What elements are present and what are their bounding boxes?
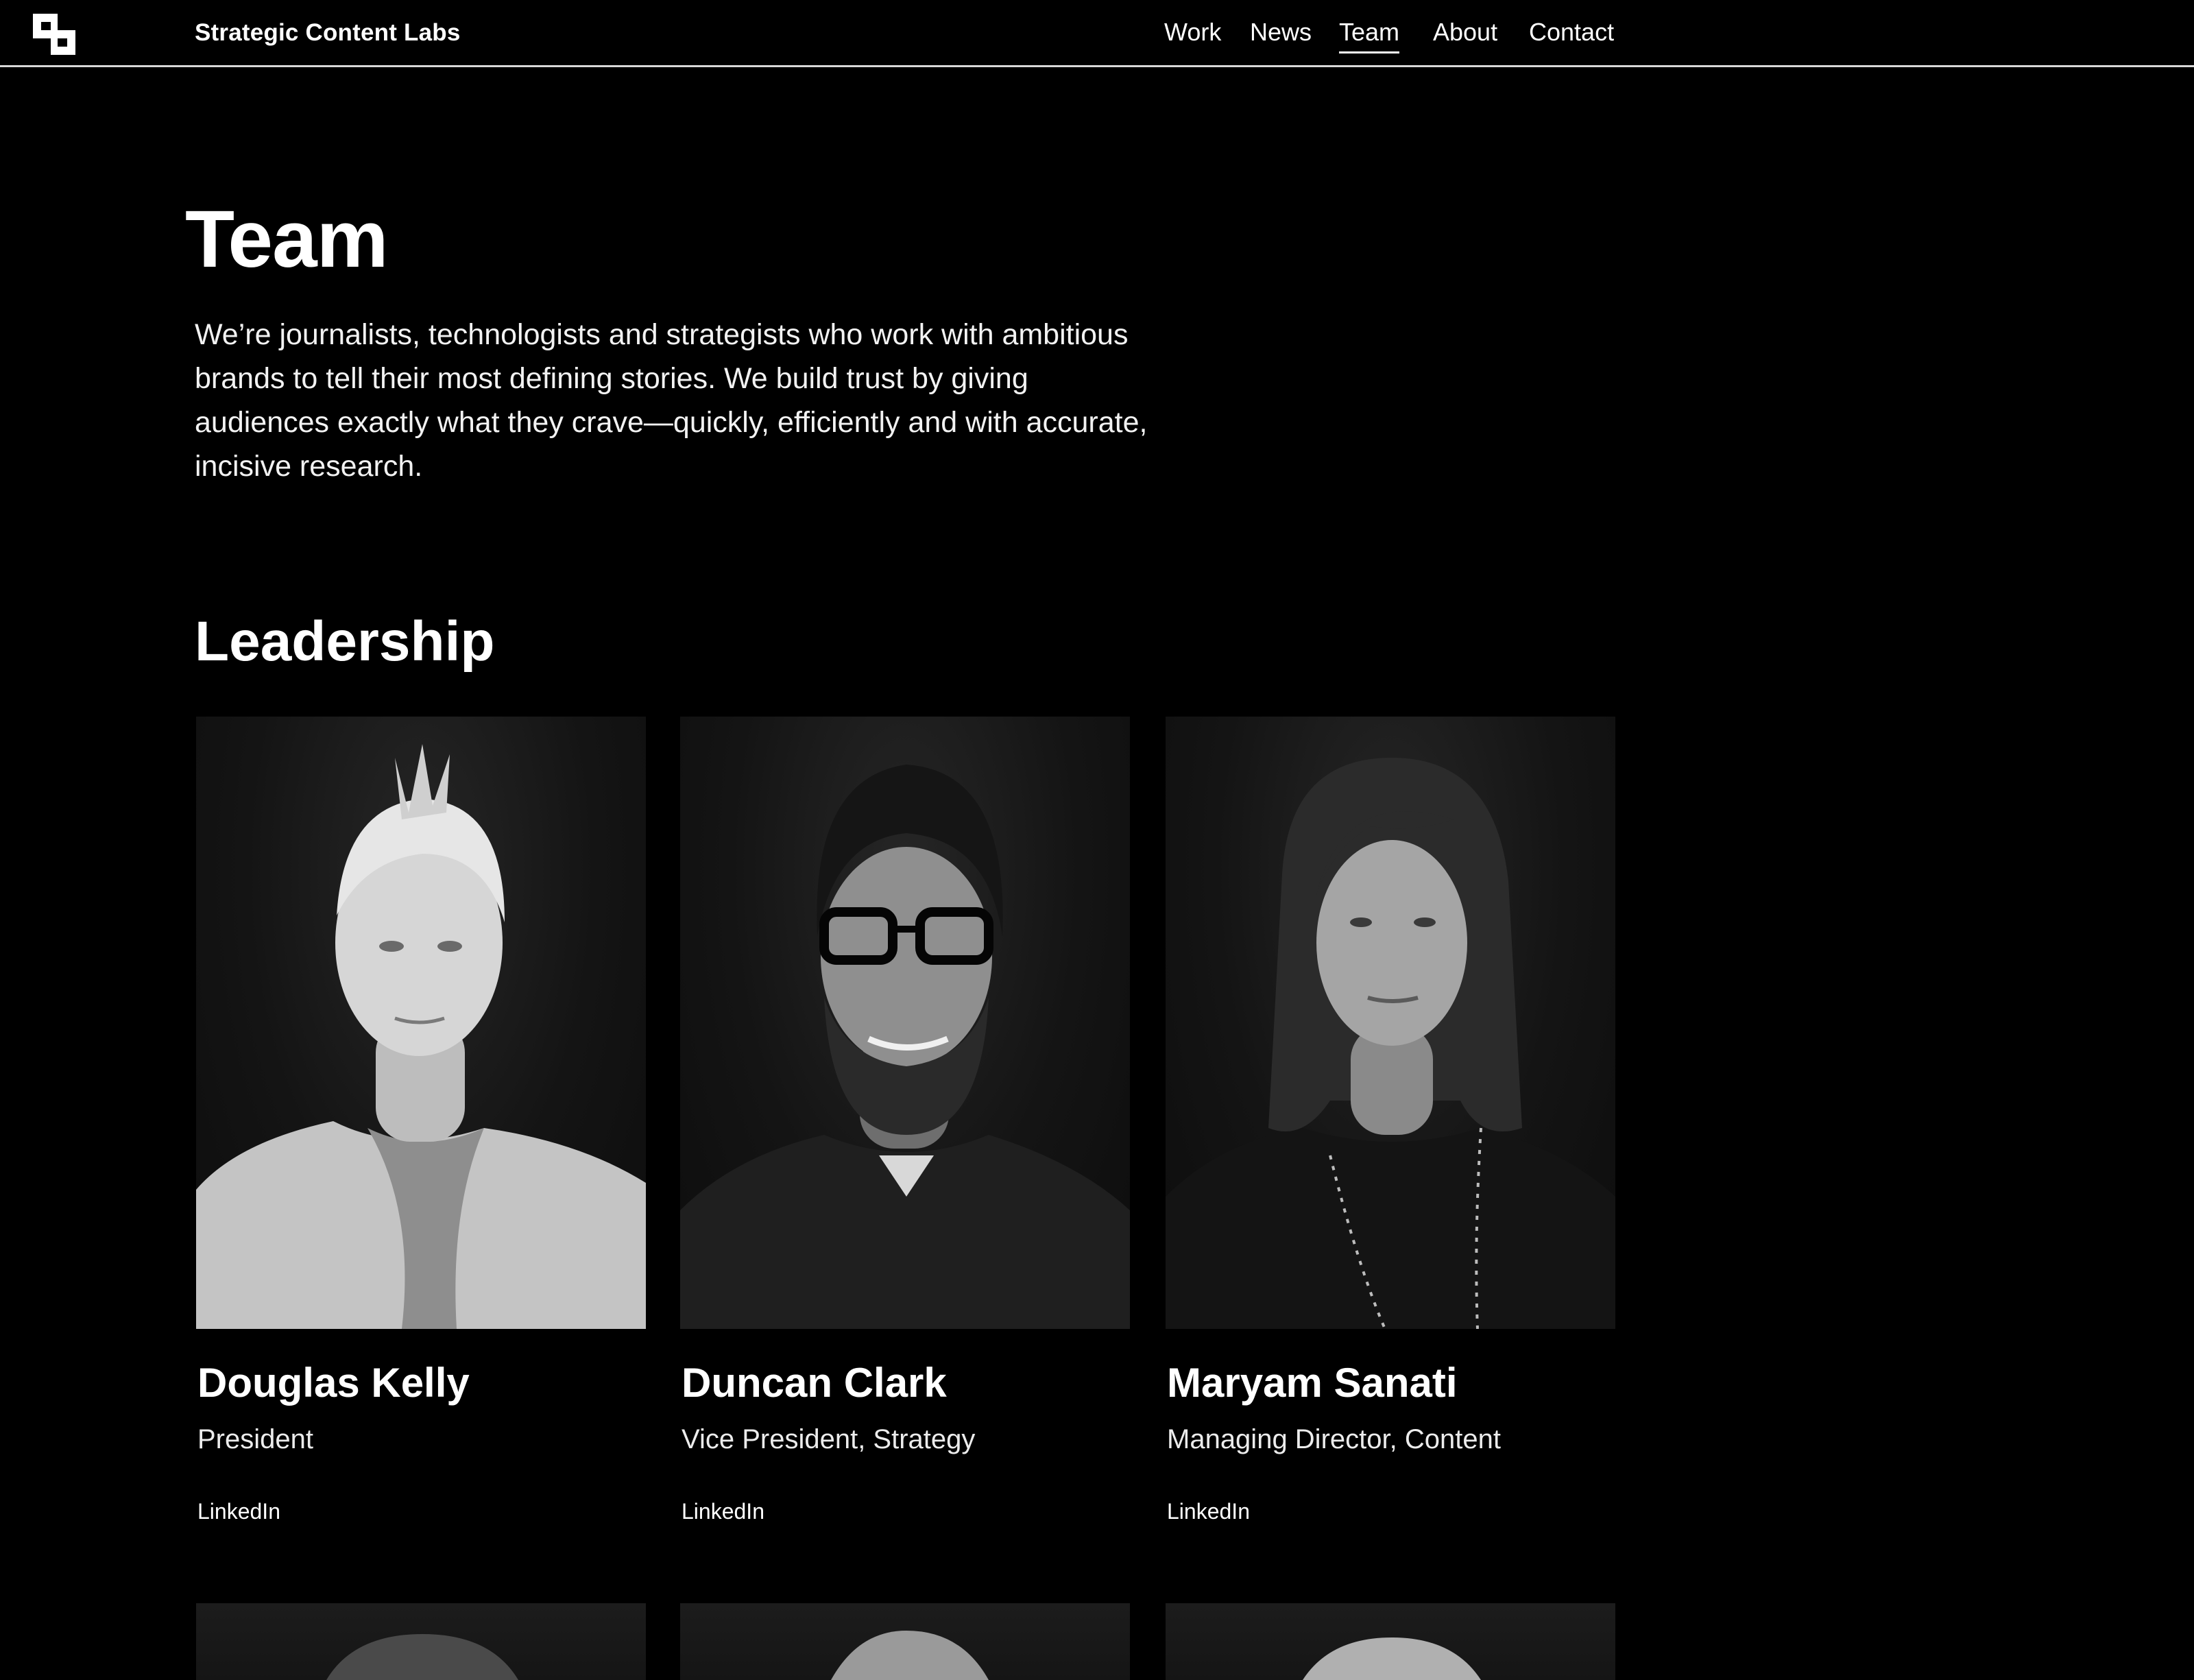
nav-news[interactable]: News — [1250, 18, 1312, 47]
linkedin-link[interactable]: LinkedIn — [682, 1500, 764, 1522]
member-role: President — [197, 1424, 313, 1454]
page-title: Team — [185, 194, 388, 285]
portrait-illustration — [1303, 1637, 1481, 1680]
linkedin-link[interactable]: LinkedIn — [197, 1500, 280, 1522]
team-member-card: Maryam Sanati Managing Director, Content… — [1166, 717, 1615, 1522]
member-name: Maryam Sanati — [1167, 1360, 1458, 1406]
site-logo-icon[interactable] — [33, 14, 75, 55]
portrait-illustration — [831, 1631, 989, 1680]
portrait-photo — [1166, 717, 1615, 1329]
team-member-card: Duncan Clark Vice President, Strategy Li… — [680, 717, 1130, 1522]
portrait-photo-partial — [680, 1603, 1130, 1680]
brand-name[interactable]: Strategic Content Labs — [195, 19, 461, 47]
nav-work[interactable]: Work — [1164, 18, 1221, 47]
nav-contact[interactable]: Contact — [1529, 18, 1614, 47]
linkedin-link[interactable]: LinkedIn — [1167, 1500, 1250, 1522]
top-navigation-bar: Strategic Content Labs Work News Team Ab… — [0, 0, 2194, 67]
member-role: Managing Director, Content — [1167, 1424, 1501, 1454]
intro-paragraph: We’re journalists, technologists and str… — [195, 318, 1148, 483]
member-role: Vice President, Strategy — [682, 1424, 976, 1454]
member-name: Douglas Kelly — [197, 1360, 470, 1406]
portrait-photo — [196, 717, 646, 1329]
logo-mark — [33, 14, 75, 55]
portrait-illustration — [196, 744, 646, 1329]
member-name: Duncan Clark — [682, 1360, 947, 1406]
team-member-card: Douglas Kelly President LinkedIn — [196, 717, 646, 1522]
portrait-illustration — [680, 765, 1130, 1329]
portrait-photo-partial — [196, 1603, 646, 1680]
portrait-photo — [680, 717, 1130, 1329]
portrait-illustration — [326, 1634, 518, 1680]
leadership-heading: Leadership — [195, 610, 495, 673]
nav-team[interactable]: Team — [1339, 18, 1400, 53]
nav-about[interactable]: About — [1433, 18, 1497, 47]
portrait-illustration — [1166, 758, 1615, 1329]
portrait-photo-partial — [1166, 1603, 1615, 1680]
